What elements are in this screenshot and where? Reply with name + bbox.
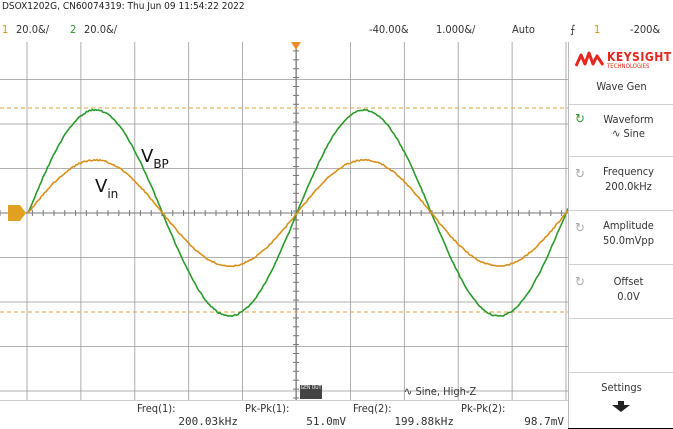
offset-value: 0.0V bbox=[569, 290, 673, 303]
measurement-pkpk-1[interactable]: Pk-Pk(1): 51.0mV bbox=[242, 401, 350, 429]
amplitude-label: Amplitude bbox=[569, 219, 673, 232]
brand-subtitle: TECHNOLOGIES bbox=[607, 63, 649, 70]
ch2-number[interactable]: 2 bbox=[70, 23, 76, 36]
brand-name: KEYSIGHT bbox=[607, 50, 672, 64]
ch1-ground-marker bbox=[8, 205, 26, 221]
softkey-waveform[interactable]: ↻ Waveform ∿ Sine bbox=[569, 104, 673, 157]
softkey-menu-title: Wave Gen bbox=[569, 80, 673, 93]
measurement-pkpk-2[interactable]: Pk-Pk(2): 98.7mV bbox=[458, 401, 568, 429]
measurement-bar: GEN OUT ∿ Sine, High-Z Freq(1): 200.03kH… bbox=[0, 400, 568, 429]
frequency-label: Frequency bbox=[569, 165, 673, 178]
amplitude-value: 50.0mVpp bbox=[569, 234, 673, 247]
vin-label: Vin bbox=[95, 176, 118, 201]
trigger-channel[interactable]: 1 bbox=[594, 23, 600, 36]
ch1-scale[interactable]: 20.0&/ bbox=[16, 23, 49, 36]
offset-label: Offset bbox=[569, 275, 673, 288]
softkey-panel: KEYSIGHT TECHNOLOGIES Wave Gen ↻ Wavefor… bbox=[568, 42, 673, 428]
measurement-value: 200.03kHz bbox=[178, 415, 238, 428]
measurement-value: 51.0mV bbox=[306, 415, 346, 428]
ch2-scale[interactable]: 20.0&/ bbox=[84, 23, 117, 36]
vbp-label: VBP bbox=[141, 146, 169, 171]
wavegen-status: ∿ Sine, High-Z bbox=[404, 385, 476, 398]
trigger-level[interactable]: -200& bbox=[630, 23, 660, 36]
ch1-number[interactable]: 1 bbox=[2, 23, 8, 36]
waveform-graticule: VBP Vin bbox=[0, 42, 568, 400]
measurement-freq-1[interactable]: Freq(1): 200.03kHz bbox=[134, 401, 242, 429]
instrument-info: DSOX1202G, CN60074319: Thu Jun 09 11:54:… bbox=[2, 1, 245, 12]
softkey-offset[interactable]: ↻ Offset 0.0V bbox=[569, 264, 673, 319]
measurement-value: 199.88kHz bbox=[394, 415, 454, 428]
measurement-value: 98.7mV bbox=[524, 415, 564, 428]
status-bar: DSOX1202G, CN60074319: Thu Jun 09 11:54:… bbox=[0, 0, 673, 42]
frequency-value: 200.0kHz bbox=[569, 180, 673, 193]
trigger-edge-icon: ⨍ bbox=[570, 23, 575, 36]
time-scale[interactable]: 1.000&/ bbox=[436, 23, 475, 36]
trigger-position-marker bbox=[291, 42, 301, 50]
measurement-label: Freq(2): bbox=[353, 402, 391, 415]
sine-icon: ∿ bbox=[404, 385, 415, 398]
softkey-settings[interactable]: Settings bbox=[569, 372, 673, 429]
submenu-arrow-icon bbox=[609, 401, 633, 413]
waveform-display[interactable]: VBP Vin bbox=[0, 42, 568, 400]
waveform-value: ∿ Sine bbox=[569, 127, 673, 140]
measurement-label: Freq(1): bbox=[137, 402, 175, 415]
measurement-freq-2[interactable]: Freq(2): 199.88kHz bbox=[350, 401, 458, 429]
time-delay[interactable]: -40.00& bbox=[369, 23, 409, 36]
softkey-amplitude[interactable]: ↻ Amplitude 50.0mVpp bbox=[569, 210, 673, 265]
measurement-label: Pk-Pk(2): bbox=[461, 402, 505, 415]
gen-out-indicator: GEN OUT bbox=[300, 385, 322, 399]
waveform-label: Waveform bbox=[569, 113, 673, 126]
sine-icon: ∿ bbox=[612, 127, 623, 140]
measurement-label: Pk-Pk(1): bbox=[245, 402, 289, 415]
keysight-wave-icon bbox=[575, 50, 605, 70]
trigger-mode[interactable]: Auto bbox=[512, 23, 535, 36]
softkey-blank bbox=[569, 318, 673, 373]
softkey-frequency[interactable]: ↻ Frequency 200.0kHz bbox=[569, 156, 673, 211]
settings-label: Settings bbox=[569, 381, 673, 394]
